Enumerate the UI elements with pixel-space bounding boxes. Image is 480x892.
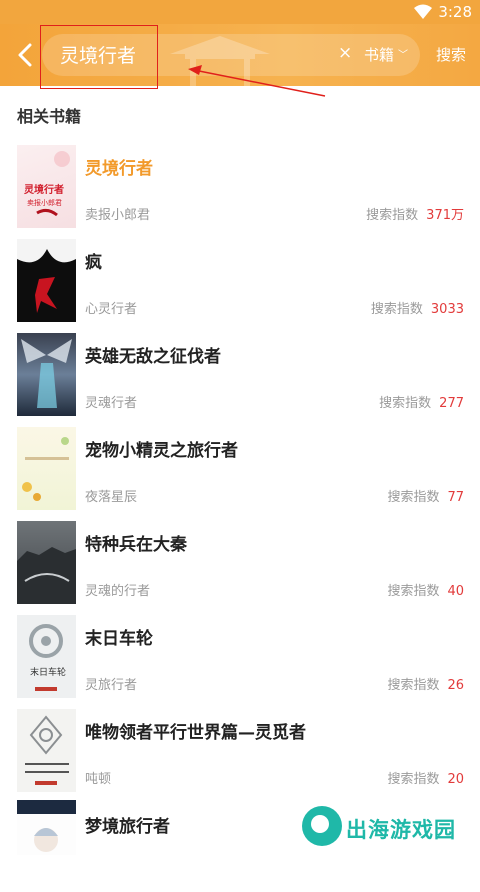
list-item[interactable]: 灵境行者 卖报小郎君 灵境行者 卖报小郎君 搜索指数 371万 bbox=[0, 140, 480, 234]
search-header: × 书籍﹀ 搜索 bbox=[0, 24, 480, 86]
book-author: 夜落星辰 bbox=[85, 490, 138, 505]
search-input[interactable] bbox=[58, 42, 322, 66]
book-cover bbox=[17, 800, 76, 855]
book-cover: 灵境行者 卖报小郎君 bbox=[17, 145, 76, 228]
search-index-value: 3033 bbox=[430, 302, 464, 317]
book-author: 灵旅行者 bbox=[85, 678, 138, 693]
book-title: 疯 bbox=[85, 253, 102, 273]
cover-art-icon bbox=[22, 437, 69, 501]
svg-text:末日车轮: 末日车轮 bbox=[30, 666, 66, 678]
list-item[interactable]: 末日车轮 末日车轮 灵旅行者 搜索指数 26 bbox=[0, 610, 480, 704]
list-item[interactable]: 疯 心灵行者 搜索指数 3033 bbox=[0, 234, 480, 328]
book-cover bbox=[17, 709, 76, 792]
cover-art-icon bbox=[17, 547, 76, 604]
search-index: 搜索指数 371万 bbox=[366, 208, 464, 223]
category-dropdown[interactable]: 书籍 ﹀ bbox=[364, 44, 408, 65]
cover-art-icon bbox=[17, 800, 76, 852]
book-cover bbox=[17, 333, 76, 416]
cover-art-icon: 末日车轮 bbox=[29, 624, 66, 691]
watermark-logo-icon bbox=[302, 806, 342, 846]
svg-text:灵境行者: 灵境行者 bbox=[24, 183, 64, 196]
book-cover bbox=[17, 427, 76, 510]
list-item[interactable]: 唯物领者平行世界篇—灵觅者 吨顿 搜索指数 20 bbox=[0, 704, 480, 798]
search-index-value: 277 bbox=[439, 396, 464, 411]
section-title: 相关书籍 bbox=[17, 107, 82, 126]
search-index: 搜索指数 40 bbox=[387, 584, 464, 599]
book-title: 宠物小精灵之旅行者 bbox=[85, 441, 238, 461]
book-cover bbox=[17, 239, 76, 322]
book-author: 吨顿 bbox=[85, 772, 112, 787]
list-item[interactable]: 英雄无敌之征伐者 灵魂行者 搜索指数 277 bbox=[0, 328, 480, 422]
search-index-value: 20 bbox=[447, 772, 464, 787]
cover-art-icon bbox=[25, 715, 69, 785]
search-index-value: 77 bbox=[447, 490, 464, 505]
search-index: 搜索指数 3033 bbox=[370, 302, 464, 317]
book-title: 梦境旅行者 bbox=[85, 817, 170, 837]
back-button[interactable] bbox=[14, 40, 38, 70]
search-index-value: 26 bbox=[447, 678, 464, 693]
clear-search-button[interactable]: × bbox=[338, 43, 352, 63]
book-title: 特种兵在大秦 bbox=[85, 535, 187, 555]
search-index: 搜索指数 26 bbox=[387, 678, 464, 693]
chevron-left-icon bbox=[18, 43, 32, 67]
search-index-value: 40 bbox=[447, 584, 464, 599]
wifi-icon bbox=[414, 4, 432, 19]
search-button[interactable]: 搜索 bbox=[436, 44, 466, 65]
list-item[interactable]: 宠物小精灵之旅行者 夜落星辰 搜索指数 77 bbox=[0, 422, 480, 516]
status-bar: 3:28 bbox=[0, 0, 480, 24]
list-item[interactable]: 特种兵在大秦 灵魂的行者 搜索指数 40 bbox=[0, 516, 480, 610]
book-author: 灵魂行者 bbox=[85, 396, 138, 411]
search-box: × 书籍﹀ bbox=[42, 34, 420, 76]
search-index: 搜索指数 20 bbox=[387, 772, 464, 787]
book-title: 英雄无敌之征伐者 bbox=[85, 347, 221, 367]
chevron-down-icon: ﹀ bbox=[398, 50, 409, 61]
search-index: 搜索指数 277 bbox=[379, 396, 464, 411]
book-title: 唯物领者平行世界篇—灵觅者 bbox=[85, 723, 306, 743]
watermark: 出海游戏园 bbox=[302, 806, 472, 850]
book-cover: 末日车轮 bbox=[17, 615, 76, 698]
book-title: 末日车轮 bbox=[85, 629, 153, 649]
book-cover bbox=[17, 521, 76, 604]
category-label: 书籍 bbox=[364, 46, 395, 64]
cover-art-icon: 灵境行者 卖报小郎君 bbox=[24, 151, 70, 217]
search-index: 搜索指数 77 bbox=[387, 490, 464, 505]
book-author: 心灵行者 bbox=[85, 302, 138, 317]
book-author: 卖报小郎君 bbox=[85, 208, 151, 223]
cover-art-icon bbox=[21, 339, 72, 408]
watermark-text: 出海游戏园 bbox=[346, 818, 456, 842]
book-author: 灵魂的行者 bbox=[85, 584, 151, 599]
cover-art-icon bbox=[17, 239, 76, 313]
svg-text:卖报小郎君: 卖报小郎君 bbox=[27, 198, 62, 207]
book-title: 灵境行者 bbox=[85, 159, 153, 179]
status-time: 3:28 bbox=[438, 3, 472, 21]
search-index-value: 371万 bbox=[426, 208, 464, 223]
